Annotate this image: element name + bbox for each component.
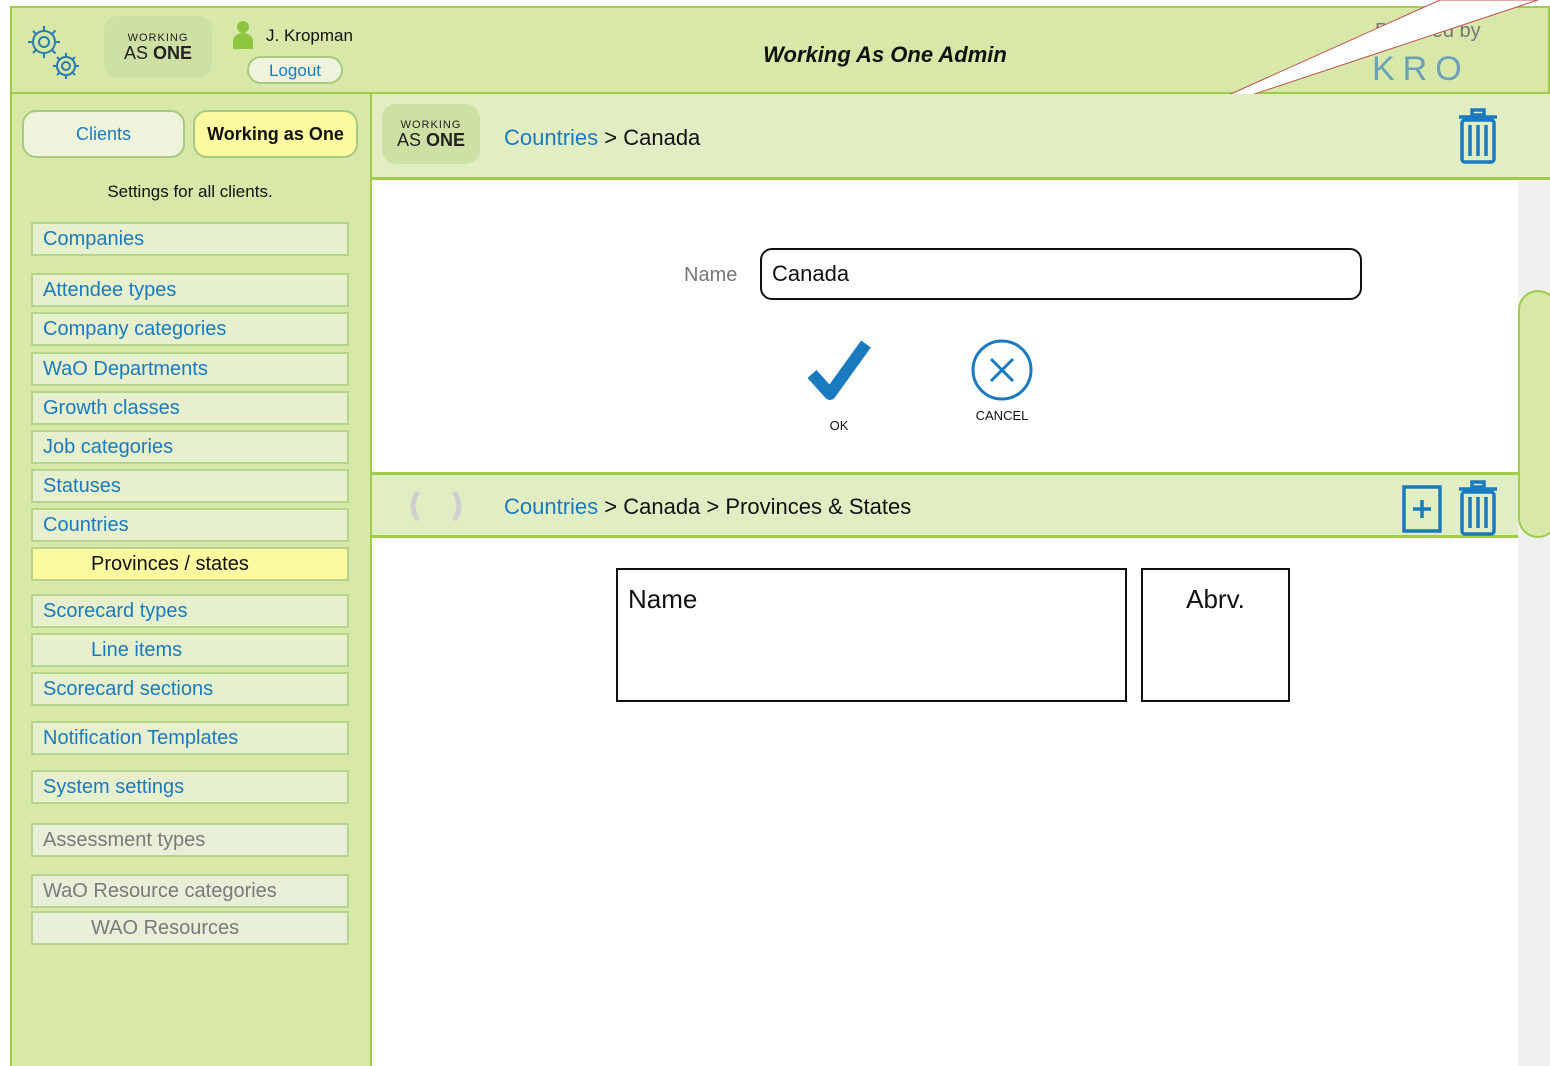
sidebar-note: Settings for all clients. — [107, 182, 273, 201]
name-input[interactable]: Canada — [760, 248, 1362, 300]
user-name: J. Kropman — [266, 26, 353, 45]
column-header-name[interactable]: Name — [616, 568, 1127, 702]
user-avatar-icon — [232, 20, 254, 50]
breadcrumb-current: > Canada > Provinces & States — [598, 494, 912, 519]
breadcrumb-current: > Canada — [598, 125, 701, 150]
app-title: Working As One Admin — [763, 42, 1007, 67]
sidebar-item-job-categories[interactable]: Job categories — [31, 430, 349, 464]
sidebar-item-statuses[interactable]: Statuses — [31, 469, 349, 503]
breadcrumb-provinces: Countries > Canada > Provinces & States — [504, 494, 911, 520]
name-field-label: Name — [684, 264, 738, 286]
add-icon[interactable] — [1401, 484, 1443, 534]
wao-logo: WORKING AS ONE — [104, 16, 212, 78]
column-header-abrv[interactable]: Abrv. — [1141, 568, 1290, 702]
trash-icon[interactable] — [1457, 108, 1499, 164]
column-header-name-label: Name — [628, 584, 698, 614]
sidebar-item-assessment-types[interactable]: Assessment types — [31, 823, 349, 857]
wao-logo-small: WORKING AS ONE — [382, 104, 480, 164]
sidebar-item-notification-templates[interactable]: Notification Templates — [31, 721, 349, 755]
breadcrumb-link-countries[interactable]: Countries — [504, 125, 598, 150]
trash-icon[interactable] — [1457, 480, 1499, 536]
logout-button[interactable]: Logout — [247, 56, 343, 84]
sidebar-item-scorecard-sections[interactable]: Scorecard sections — [31, 672, 349, 706]
sidebar-item-growth-classes[interactable]: Growth classes — [31, 391, 349, 425]
logo-bottom-text: AS ONE — [396, 129, 466, 150]
tab-working-as-one[interactable]: Working as One — [193, 110, 358, 158]
close-circle-icon — [971, 339, 1033, 401]
sidebar-item-wao-resource-categories[interactable]: WaO Resource categories — [31, 874, 349, 908]
tab-clients[interactable]: Clients — [22, 110, 185, 158]
sidebar-item-line-items[interactable]: Line items — [31, 633, 349, 667]
ok-button[interactable]: OK — [806, 336, 872, 436]
sidebar-item-countries[interactable]: Countries — [31, 508, 349, 542]
logo-placeholder-icon — [404, 488, 468, 524]
cancel-button[interactable]: CANCEL — [962, 338, 1042, 430]
scrollbar-thumb[interactable] — [1518, 290, 1550, 538]
sidebar-item-wao-resources[interactable]: WAO Resources — [31, 911, 349, 945]
settings-gears-icon[interactable] — [22, 22, 88, 84]
sidebar-item-company-categories[interactable]: Company categories — [31, 312, 349, 346]
sidebar-item-provinces-states[interactable]: Provinces / states — [31, 547, 349, 581]
ok-label: OK — [829, 418, 849, 433]
sidebar-item-attendee-types[interactable]: Attendee types — [31, 273, 349, 307]
breadcrumb-link-countries[interactable]: Countries — [504, 494, 598, 519]
cancel-label: CANCEL — [975, 408, 1029, 423]
sidebar-item-system-settings[interactable]: System settings — [31, 770, 349, 804]
logo-bottom-text: AS ONE — [123, 42, 193, 63]
sidebar-item-wao-departments[interactable]: WaO Departments — [31, 352, 349, 386]
column-header-abrv-label: Abrv. — [1186, 584, 1245, 614]
breadcrumb: Countries > Canada — [504, 125, 700, 151]
sidebar-item-scorecard-types[interactable]: Scorecard types — [31, 594, 349, 628]
sidebar-item-companies[interactable]: Companies — [31, 222, 349, 256]
checkmark-icon — [807, 340, 871, 400]
